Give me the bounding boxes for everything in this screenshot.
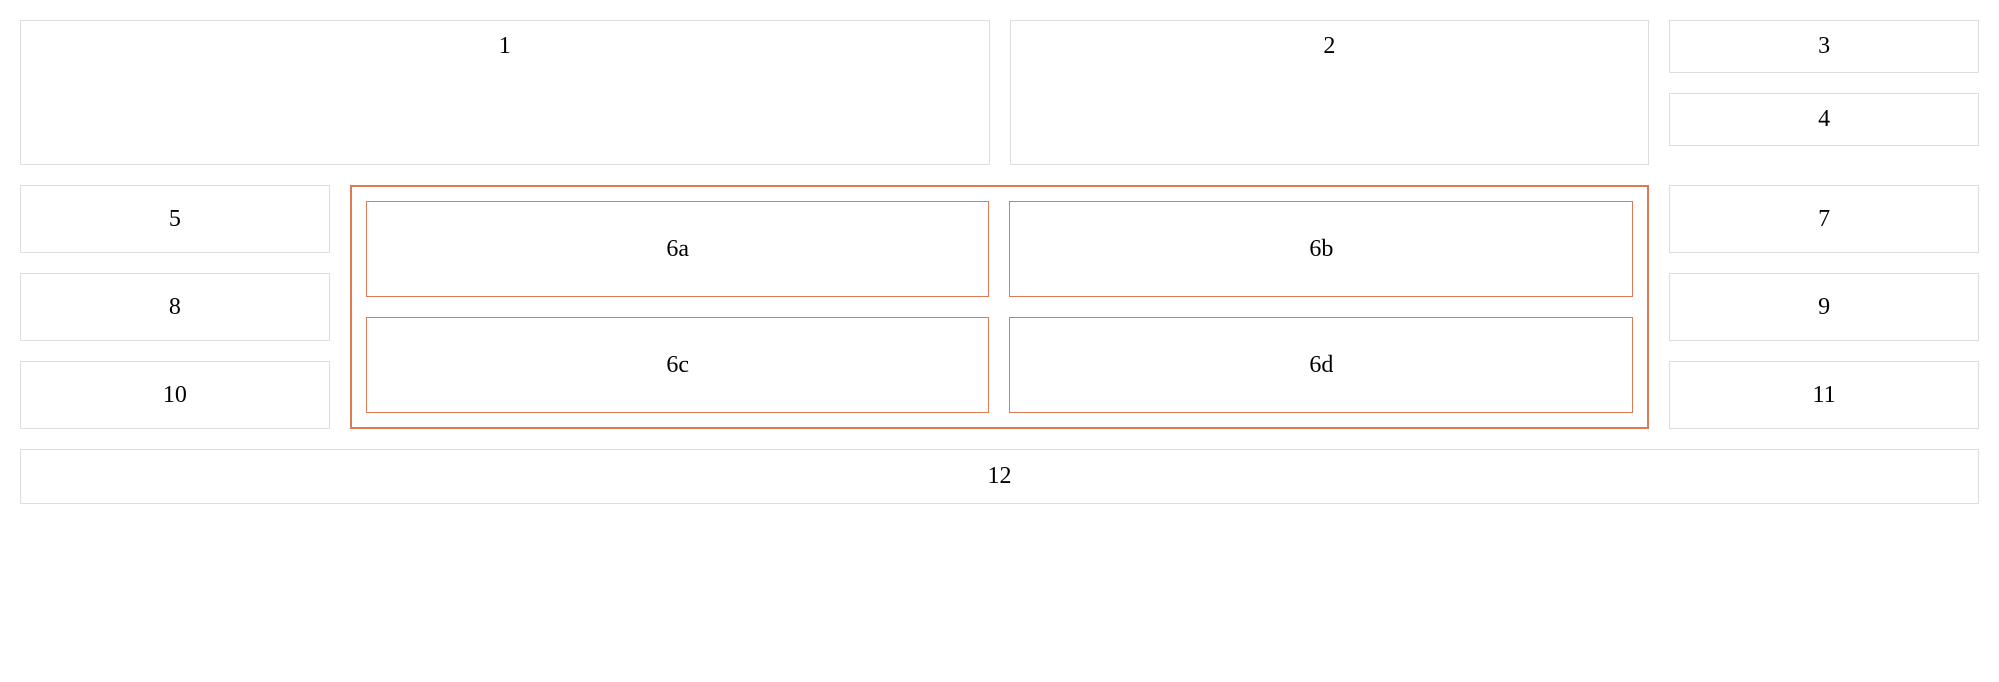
grid-label: 9 bbox=[1818, 294, 1830, 321]
grid-label: 2 bbox=[1323, 33, 1335, 60]
grid-layout-diagram: 1 2 3 4 5 6a 6b 6c 6d 7 8 9 10 bbox=[20, 20, 1979, 504]
grid-box-7: 7 bbox=[1669, 185, 1979, 253]
grid-label: 1 bbox=[499, 33, 511, 60]
grid-box-2: 2 bbox=[1010, 20, 1650, 165]
grid-box-6c: 6c bbox=[366, 317, 990, 413]
grid-label: 8 bbox=[169, 294, 181, 321]
grid-box-8: 8 bbox=[20, 273, 330, 341]
grid-box-3: 3 bbox=[1669, 20, 1979, 73]
grid-label: 6c bbox=[666, 352, 689, 379]
grid-label: 3 bbox=[1818, 33, 1830, 60]
grid-box-10: 10 bbox=[20, 361, 330, 429]
grid-label: 6b bbox=[1309, 236, 1333, 263]
grid-box-6d: 6d bbox=[1009, 317, 1633, 413]
grid-box-11: 11 bbox=[1669, 361, 1979, 429]
grid-label: 12 bbox=[988, 463, 1012, 490]
grid-box-6b: 6b bbox=[1009, 201, 1633, 297]
grid-label: 11 bbox=[1813, 382, 1836, 409]
grid-box-6a: 6a bbox=[366, 201, 990, 297]
grid-label: 4 bbox=[1818, 106, 1830, 133]
grid-label: 5 bbox=[169, 206, 181, 233]
grid-box-9: 9 bbox=[1669, 273, 1979, 341]
grid-box-4: 4 bbox=[1669, 93, 1979, 146]
grid-box-12: 12 bbox=[20, 449, 1979, 504]
grid-box-6-container: 6a 6b 6c 6d bbox=[350, 185, 1649, 429]
grid-label: 10 bbox=[163, 382, 187, 409]
grid-label: 6a bbox=[666, 236, 689, 263]
grid-label: 6d bbox=[1309, 352, 1333, 379]
grid-box-1: 1 bbox=[20, 20, 990, 165]
grid-label: 7 bbox=[1818, 206, 1830, 233]
grid-stack-right: 3 4 bbox=[1669, 20, 1979, 165]
grid-box-5: 5 bbox=[20, 185, 330, 253]
